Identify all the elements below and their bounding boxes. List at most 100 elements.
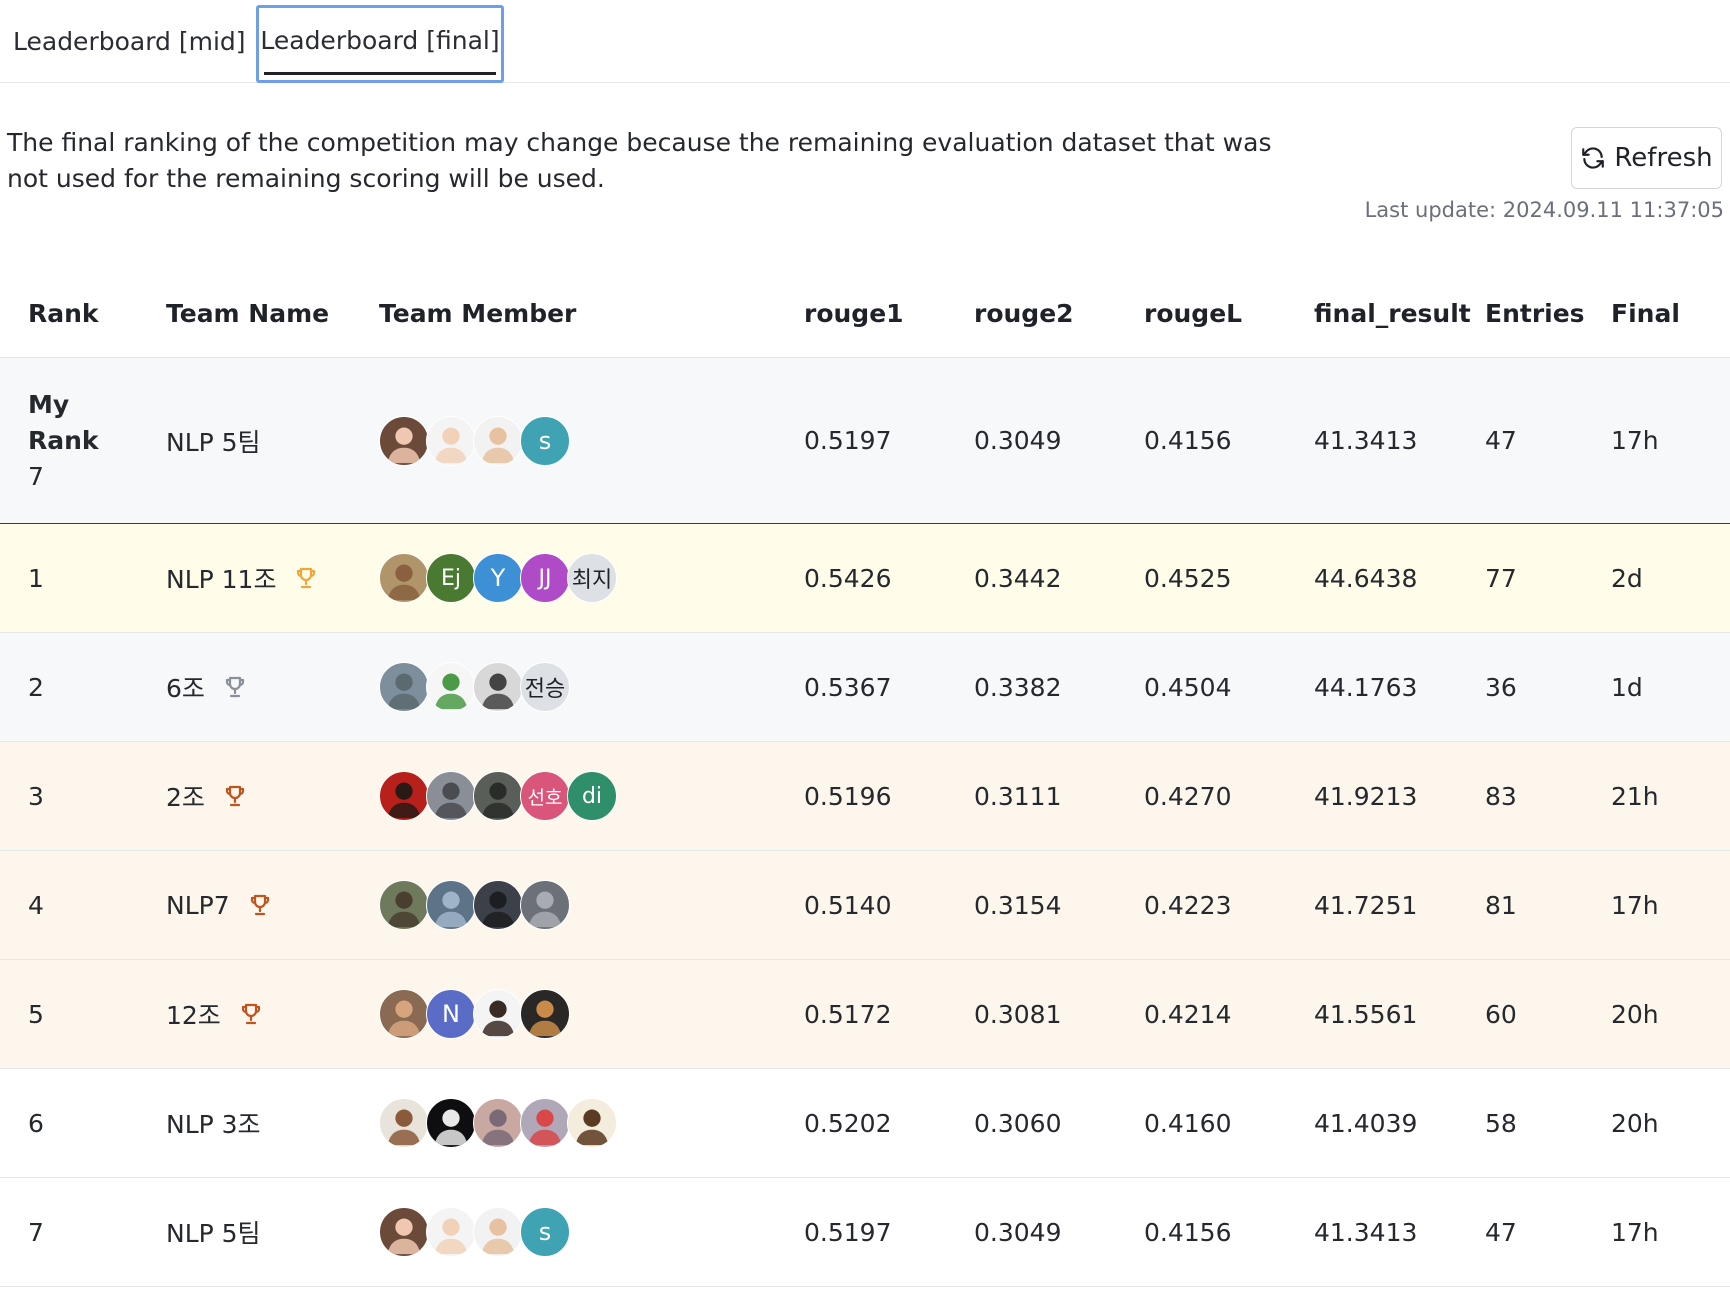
avatar-initials: s [538, 1218, 552, 1246]
rouge1-cell: 0.5197 [804, 1217, 892, 1247]
avatar[interactable]: N [426, 989, 476, 1039]
avatar[interactable]: 전승 [520, 662, 570, 712]
leaderboard-table: Rank Team Name Team Member rouge1 rouge2… [0, 270, 1730, 1287]
table-row: 3 2조 선호 di 0.5196 0.3111 0.4270 41.9213 83 21h [0, 742, 1730, 851]
avatar[interactable] [379, 1207, 429, 1257]
avatar-initials: N [442, 1000, 460, 1028]
rank-cell: 5 [28, 999, 44, 1029]
header-final[interactable]: Final [1611, 270, 1680, 357]
avatar[interactable] [426, 662, 476, 712]
avatar[interactable] [520, 1098, 570, 1148]
my-entries: 47 [1485, 426, 1517, 455]
avatar-photo-icon [481, 427, 515, 463]
avatar[interactable] [473, 1207, 523, 1257]
avatar[interactable] [473, 771, 523, 821]
table-row: 4 NLP7 0.5140 0.3154 0.4223 41.7251 81 17h [0, 851, 1730, 960]
final-cell: 20h [1611, 999, 1659, 1029]
avatar[interactable]: JJ [520, 553, 570, 603]
avatar[interactable] [473, 662, 523, 712]
avatar[interactable]: s [520, 415, 570, 466]
avatar[interactable] [379, 553, 429, 603]
avatar[interactable]: di [567, 771, 617, 821]
avatar[interactable] [379, 415, 429, 466]
final-cell: 2d [1611, 563, 1643, 593]
avatar-photo-icon [528, 1000, 562, 1037]
team-members-cell [379, 1069, 617, 1177]
team-name-cell: NLP 3조 [166, 1069, 261, 1177]
header-rougel[interactable]: rougeL [1144, 270, 1242, 357]
avatar[interactable] [520, 989, 570, 1039]
avatar[interactable]: 선호 [520, 771, 570, 821]
avatar[interactable] [473, 880, 523, 930]
tab-leaderboard-final[interactable]: Leaderboard [final] [256, 5, 504, 83]
my-rank-label-my: My [28, 389, 70, 419]
header-rouge1[interactable]: rouge1 [804, 270, 904, 357]
avatar[interactable] [520, 880, 570, 930]
final-result-cell: 41.7251 [1314, 890, 1418, 920]
avatar[interactable] [379, 880, 429, 930]
rouge2-cell: 0.3111 [974, 781, 1062, 811]
avatar[interactable] [426, 880, 476, 930]
avatar-photo-icon [387, 1109, 421, 1146]
rouge2-cell: 0.3049 [974, 1217, 1062, 1247]
final-result-cell: 44.6438 [1314, 563, 1418, 593]
team-members-cell: 선호 di [379, 742, 617, 850]
avatar-photo-icon [387, 564, 421, 601]
header-team-name[interactable]: Team Name [166, 270, 329, 357]
rank-cell: 2 [28, 672, 44, 702]
avatar[interactable] [379, 989, 429, 1039]
header-entries[interactable]: Entries [1485, 270, 1585, 357]
rouge2-cell: 0.3154 [974, 890, 1062, 920]
avatar[interactable] [567, 1098, 617, 1148]
avatar-photo-icon [481, 782, 515, 819]
header-rank[interactable]: Rank [28, 270, 99, 357]
avatar[interactable] [473, 415, 523, 466]
final-result-cell: 41.5561 [1314, 999, 1418, 1029]
avatar-initials: 최지 [571, 568, 613, 593]
team-name: NLP 5팀 [166, 1219, 261, 1248]
refresh-label: Refresh [1614, 143, 1713, 173]
header-final-result[interactable]: final_result [1314, 270, 1471, 357]
avatar[interactable] [426, 1207, 476, 1257]
avatar[interactable] [426, 415, 476, 466]
avatar[interactable]: Ej [426, 553, 476, 603]
avatar[interactable] [473, 1098, 523, 1148]
refresh-button[interactable]: Refresh [1571, 127, 1722, 189]
active-tab-underline [264, 72, 496, 75]
avatar[interactable] [473, 989, 523, 1039]
avatar[interactable]: s [520, 1207, 570, 1257]
avatar[interactable] [379, 1098, 429, 1148]
final-result-cell: 41.4039 [1314, 1108, 1418, 1138]
trophy-icon [225, 676, 245, 698]
team-name-cell: 2조 [166, 742, 247, 850]
avatar-initials: di [581, 783, 603, 809]
tab-leaderboard-mid[interactable]: Leaderboard [mid] [13, 0, 246, 82]
entries-cell: 36 [1485, 672, 1517, 702]
rougel-cell: 0.4223 [1144, 890, 1232, 920]
last-update: Last update: 2024.09.11 11:37:05 [1364, 198, 1724, 222]
rougel-cell: 0.4160 [1144, 1108, 1232, 1138]
rouge1-cell: 0.5426 [804, 563, 892, 593]
rougel-cell: 0.4156 [1144, 1217, 1232, 1247]
avatar[interactable] [426, 771, 476, 821]
avatar[interactable]: 최지 [567, 553, 617, 603]
table-row: 1 NLP 11조 Ej Y JJ 최지 0.5426 0.3442 0.4525 44.6438… [0, 524, 1730, 633]
avatar[interactable] [379, 662, 429, 712]
avatar[interactable]: Y [473, 553, 523, 603]
avatar-initials: s [538, 426, 552, 455]
rouge1-cell: 0.5196 [804, 781, 892, 811]
team-members-cell: s [379, 1178, 570, 1286]
avatar-photo-icon [481, 1109, 515, 1146]
final-cell: 1d [1611, 672, 1643, 702]
header-rouge2[interactable]: rouge2 [974, 270, 1074, 357]
trophy-icon [250, 894, 269, 916]
avatar[interactable] [426, 1098, 476, 1148]
entries-cell: 81 [1485, 890, 1517, 920]
rouge2-cell: 0.3442 [974, 563, 1062, 593]
team-members-cell [379, 851, 570, 959]
avatar[interactable] [379, 771, 429, 821]
rank-cell: 1 [28, 563, 44, 593]
table-header: Rank Team Name Team Member rouge1 rouge2… [0, 270, 1730, 358]
tab-bar: Leaderboard [mid] Leaderboard [final] [0, 0, 1730, 83]
my-team-name: NLP 5팀 [166, 427, 261, 457]
